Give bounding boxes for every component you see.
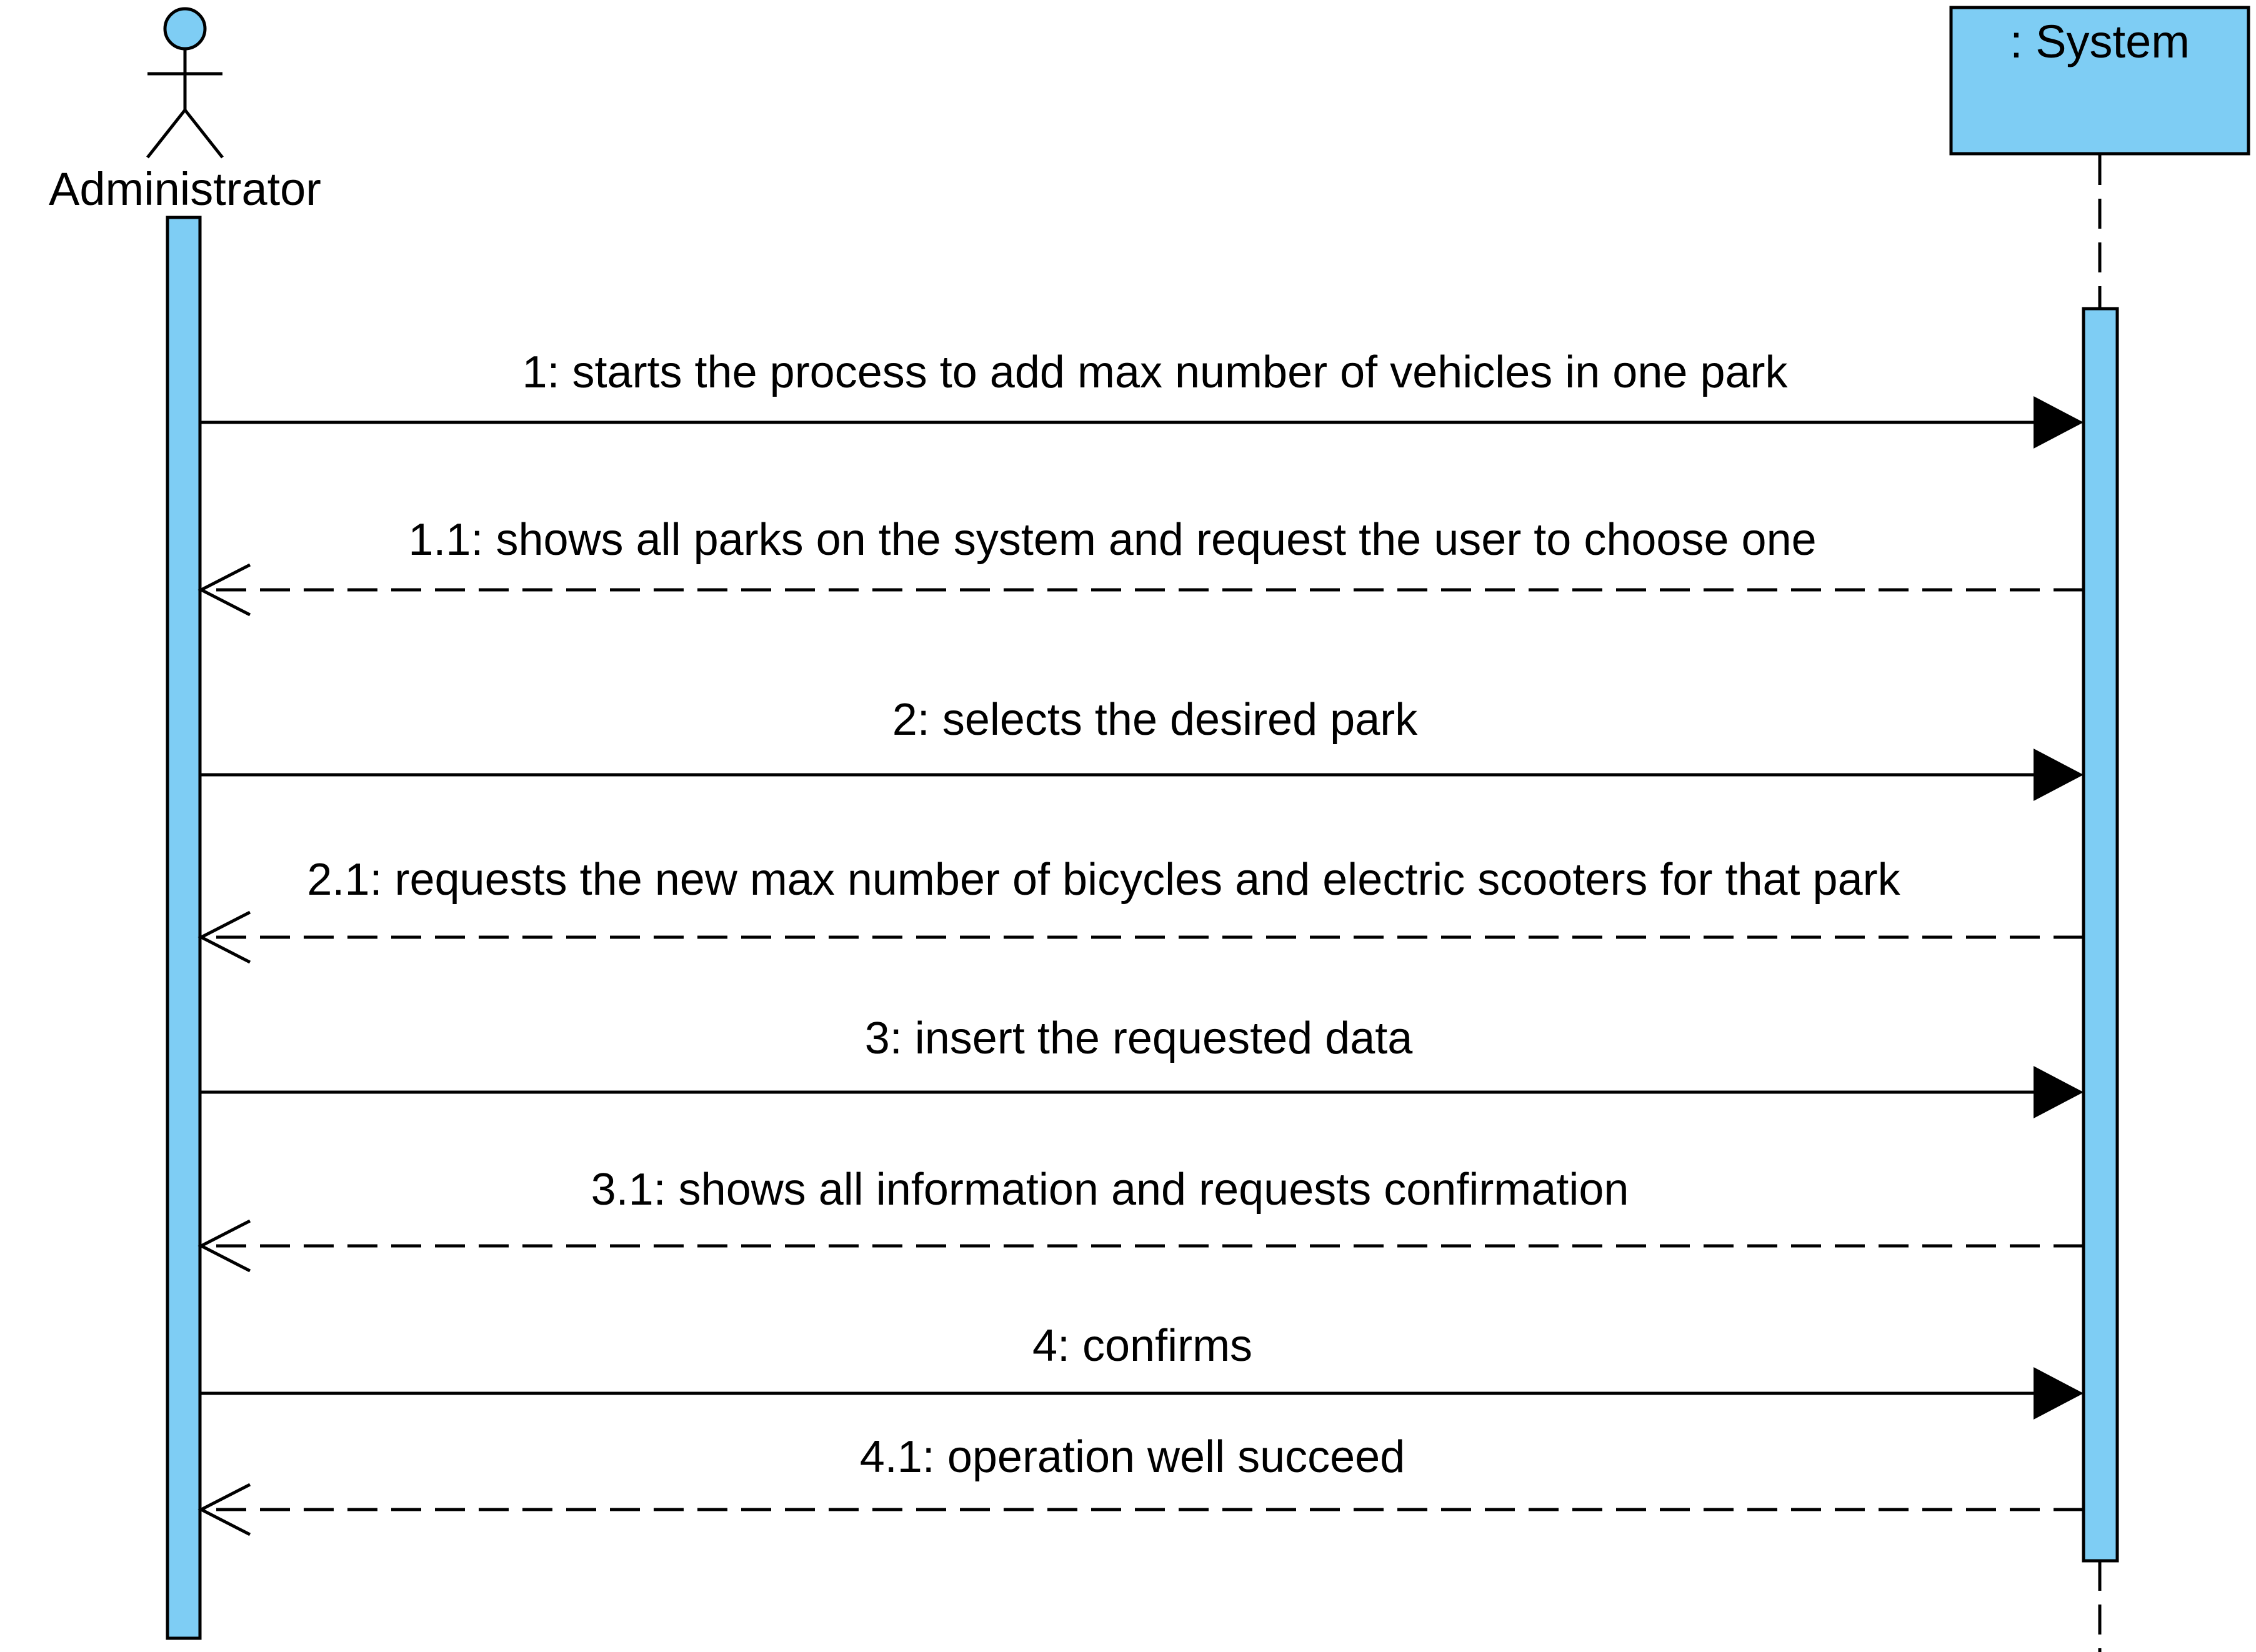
message-label: 1: starts the process to add max number …: [522, 347, 1788, 397]
message-4-1: 4.1: operation well succeed: [197, 1432, 2084, 1536]
message-label: 3.1: shows all information and requests …: [591, 1165, 1629, 1215]
message-label: 1.1: shows all parks on the system and r…: [408, 515, 1816, 565]
system-participant: : System: [1949, 6, 2250, 156]
sequence-diagram: Administrator : System 1: starts the pro…: [49, 6, 2250, 1652]
filled-arrowhead-icon: [2034, 749, 2084, 801]
message-label: 4.1: operation well succeed: [860, 1432, 1405, 1482]
administrator-actor: Administrator: [49, 7, 321, 215]
message-1: 1: starts the process to add max number …: [201, 347, 2084, 449]
actor-right-leg: [184, 109, 224, 159]
message-label: 2.1: requests the new max number of bicy…: [307, 855, 1900, 905]
message-label: 3: insert the requested data: [865, 1013, 1414, 1063]
system-activation-bar: [2082, 307, 2119, 1563]
message-2-1: 2.1: requests the new max number of bicy…: [197, 855, 2084, 964]
filled-arrowhead-icon: [2034, 1367, 2084, 1420]
administrator-activation-bar: [166, 216, 202, 1640]
message-2: 2: selects the desired park: [201, 695, 2084, 801]
stick-figure-icon: [146, 7, 224, 159]
message-label: 2: selects the desired park: [892, 695, 1418, 745]
message-4: 4: confirms: [201, 1321, 2084, 1420]
message-3: 3: insert the requested data: [201, 1013, 2084, 1118]
actor-head: [163, 7, 207, 51]
message-1-1: 1.1: shows all parks on the system and r…: [197, 515, 2084, 617]
message-label: 4: confirms: [1032, 1321, 1252, 1371]
filled-arrowhead-icon: [2034, 396, 2084, 449]
filled-arrowhead-icon: [2034, 1066, 2084, 1118]
system-label: : System: [2010, 16, 2190, 67]
actor-left-leg: [146, 109, 186, 159]
actor-label: Administrator: [49, 163, 321, 215]
message-3-1: 3.1: shows all information and requests …: [197, 1165, 2084, 1273]
